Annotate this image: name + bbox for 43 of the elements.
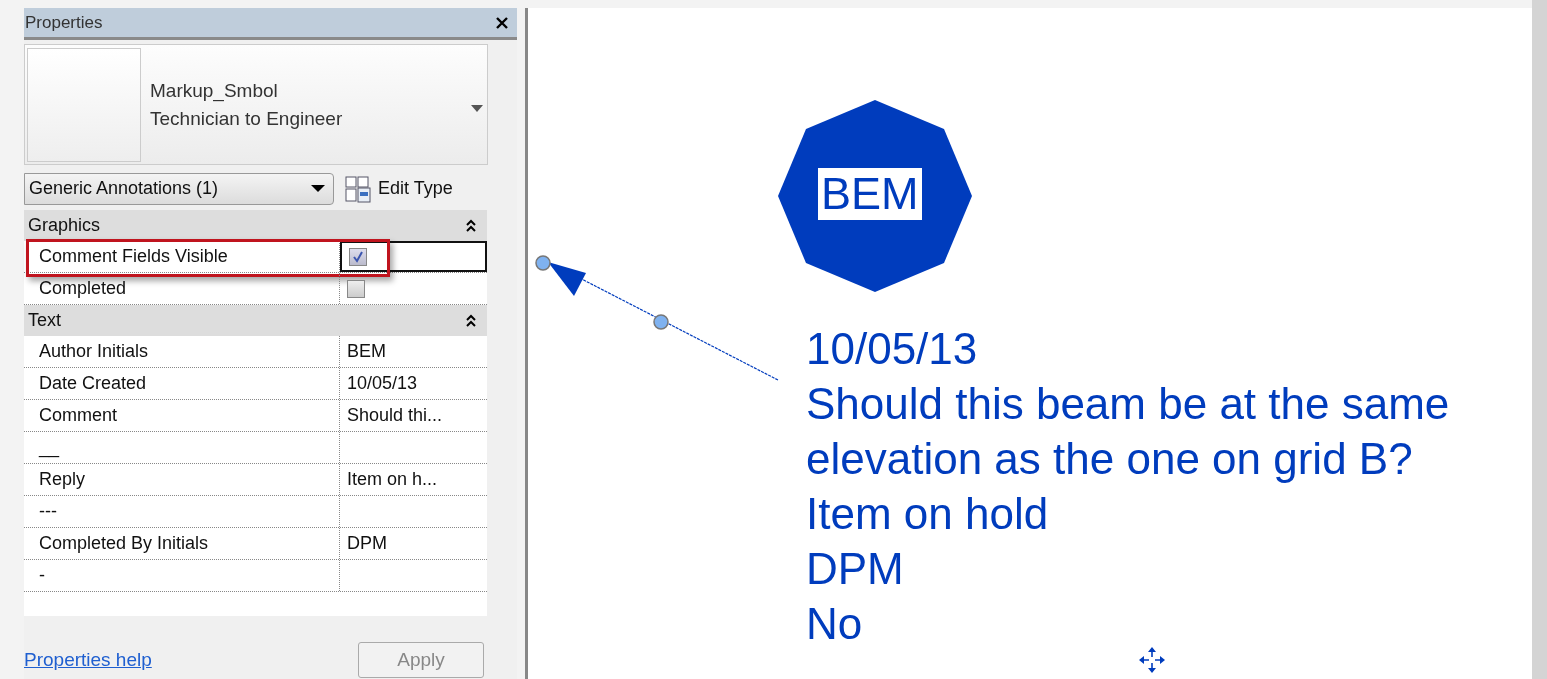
edit-type-icon	[344, 174, 372, 203]
property-label: Completed By Initials	[24, 528, 340, 560]
property-value[interactable]: 10/05/13	[340, 368, 487, 400]
group-label: Graphics	[28, 215, 101, 237]
tag-label: BEM	[818, 168, 922, 220]
property-label: Completed	[24, 273, 340, 305]
property-label: Comment Fields Visible	[24, 241, 340, 273]
property-label: -	[24, 560, 340, 592]
grip-handle[interactable]	[535, 255, 551, 271]
note-text: Item on hold	[806, 488, 1050, 540]
property-value[interactable]: BEM	[340, 336, 487, 368]
checkbox[interactable]	[347, 279, 365, 298]
close-icon	[495, 15, 509, 30]
property-label: Comment	[24, 400, 340, 432]
group-header[interactable]: Text	[24, 305, 487, 337]
property-value[interactable]	[340, 241, 487, 273]
caret-icon	[471, 104, 483, 113]
note-text: Should this beam be at the same	[806, 378, 1450, 430]
type-selector[interactable]: Markup_Smbol Technician to Engineer	[24, 44, 488, 165]
grip-handle[interactable]	[653, 314, 669, 330]
group-label: Text	[28, 310, 61, 332]
property-label: Date Created	[24, 368, 340, 400]
family-name: Markup_Smbol	[150, 78, 279, 104]
caret-icon	[311, 184, 325, 193]
group-header[interactable]: Graphics	[24, 210, 487, 242]
property-label: Author Initials	[24, 336, 340, 368]
note-text: 10/05/13	[806, 323, 979, 375]
property-label: __	[24, 432, 340, 464]
property-label: ---	[24, 496, 340, 528]
panel-title: Properties	[24, 12, 103, 33]
checkbox[interactable]	[349, 247, 367, 266]
note-text: elevation as the one on grid B?	[806, 433, 1414, 485]
type-name: Technician to Engineer	[150, 106, 343, 131]
note-text: DPM	[806, 543, 905, 595]
property-value[interactable]: DPM	[340, 528, 487, 560]
edit-type-button[interactable]: Edit Type	[344, 174, 453, 203]
note-text: No	[806, 598, 864, 650]
help-link[interactable]: Properties help	[24, 648, 152, 671]
move-icon	[1139, 647, 1165, 673]
property-value[interactable]: Should thi...	[340, 400, 487, 432]
property-label: Reply	[24, 464, 340, 496]
instance-filter-dropdown[interactable]: Generic Annotations (1)	[24, 172, 334, 205]
property-value[interactable]: Item on h...	[340, 464, 487, 496]
